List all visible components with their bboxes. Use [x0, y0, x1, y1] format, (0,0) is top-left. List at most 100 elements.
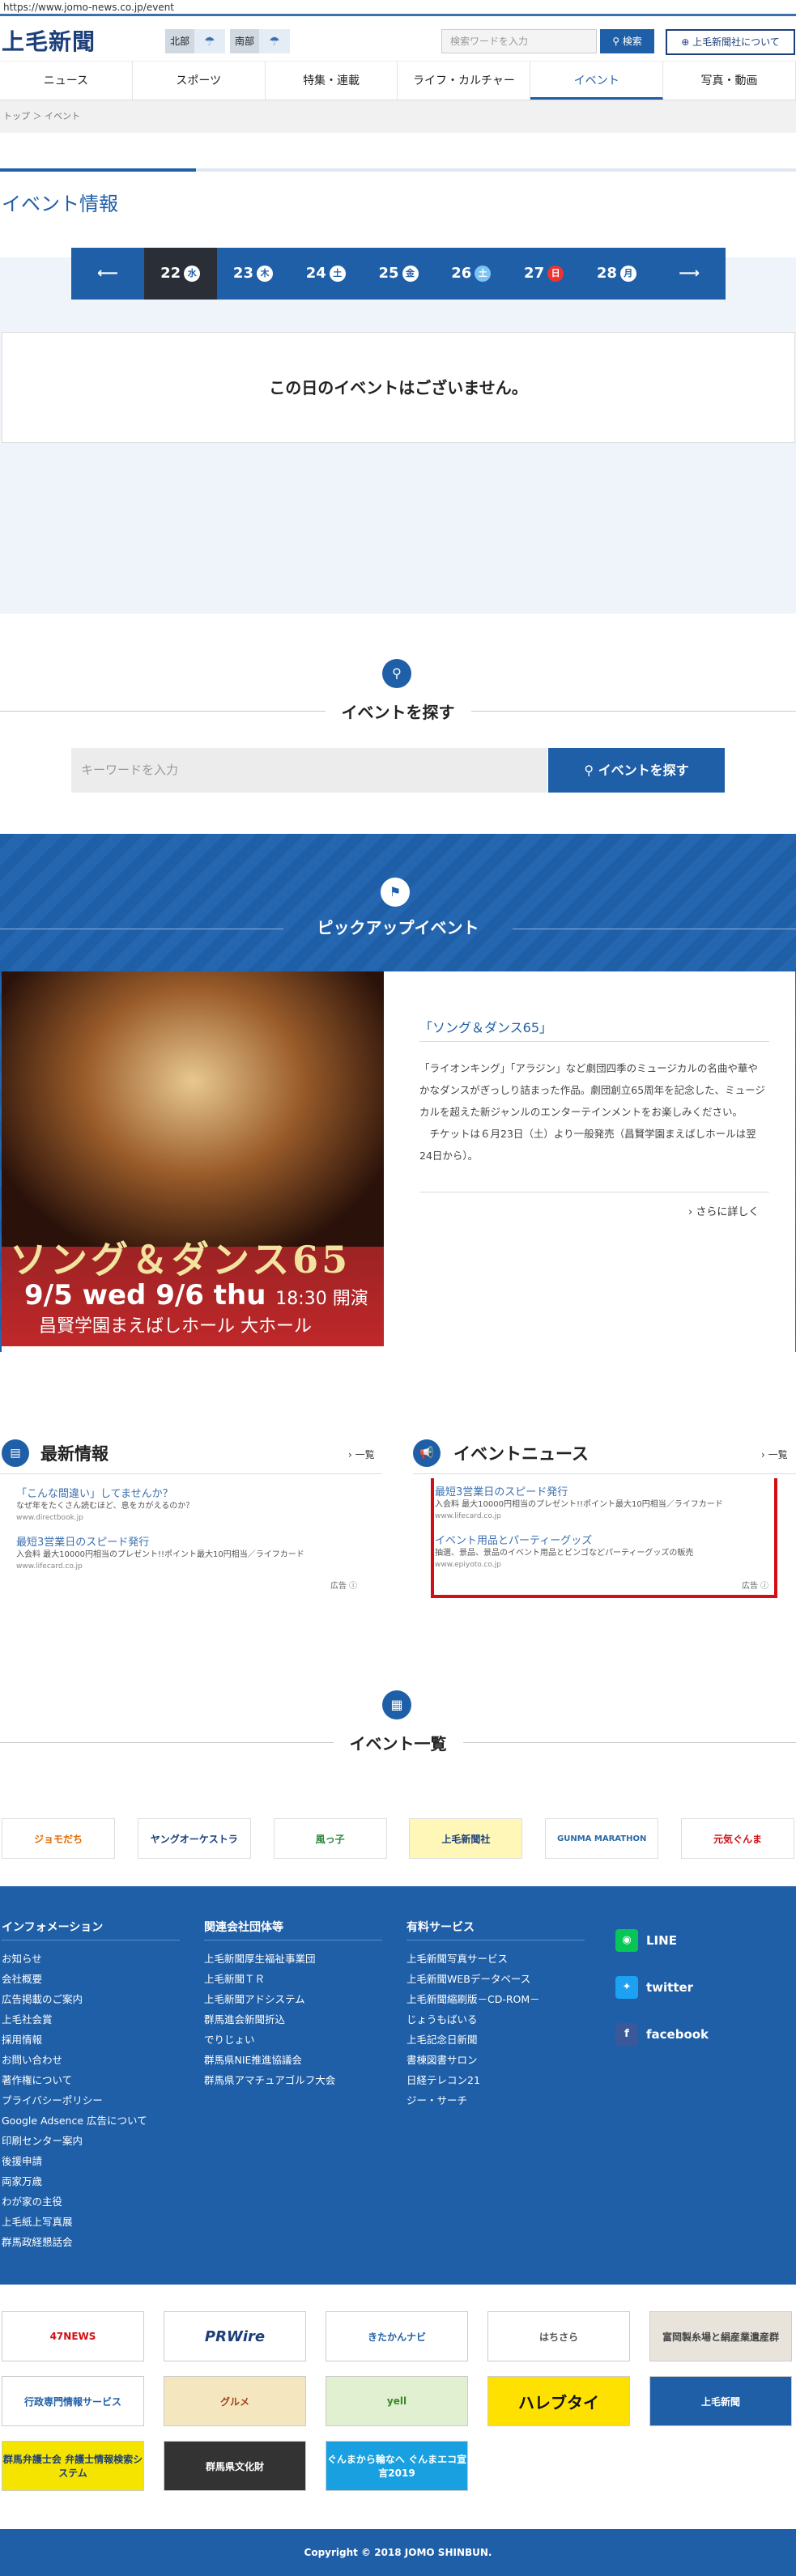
footer-link[interactable]: 書棟図書サロン	[407, 2050, 585, 2070]
search-button[interactable]: ⚲ 検索	[600, 29, 654, 53]
next-arrow-icon[interactable]: ⟶	[653, 248, 726, 300]
search-input[interactable]: 検索ワードを入力	[441, 29, 597, 53]
banner[interactable]: はちさら	[487, 2311, 630, 2361]
banner[interactable]: 47NEWS	[2, 2311, 144, 2361]
banner[interactable]: yell	[326, 2376, 468, 2426]
pickup-event-title[interactable]: 「ソング＆ダンス65」	[419, 1017, 552, 1036]
date-25[interactable]: 25 金	[362, 248, 435, 300]
footer-link[interactable]: Google Adsence 広告について	[2, 2111, 180, 2131]
banner[interactable]: グルメ	[164, 2376, 306, 2426]
ad-item[interactable]: 最短3営業日のスピード発行 入会料 最大10000円相当のプレゼント!!ポイント…	[435, 1486, 723, 1523]
banner[interactable]: 行政専門情報サービス	[2, 2376, 144, 2426]
ad-item[interactable]: 「こんな間違い」してませんか？ なぜ年をたくさん読むほど、息をカがえるのか？ w…	[16, 1488, 194, 1524]
prev-arrow-icon[interactable]: ⟵	[71, 248, 144, 300]
footer-link[interactable]: 広告掲載のご案内	[2, 1989, 180, 2009]
ad-item[interactable]: イベント用品とパーティーグッズ 抽選、景品、景品のイベント用品とビンゴなどパーテ…	[435, 1535, 693, 1571]
partner-logo[interactable]: 風っ子	[273, 1818, 387, 1859]
date-22[interactable]: 22 水	[143, 248, 217, 300]
footer-link[interactable]: 上毛新聞アドシステム	[204, 1989, 382, 2009]
weekday-badge: 金	[402, 266, 419, 282]
nav-news[interactable]: ニュース	[0, 62, 133, 100]
footer-link[interactable]: じょうもばいる	[407, 2009, 585, 2030]
site-logo[interactable]: 上毛新聞	[2, 24, 96, 57]
footer-link[interactable]: 上毛社会賞	[2, 2009, 180, 2030]
social-label: facebook	[646, 2027, 709, 2042]
date-24[interactable]: 24 土	[289, 248, 362, 300]
twitter-link[interactable]: ✦ twitter	[615, 1964, 709, 2011]
date-26[interactable]: 26 土	[435, 248, 508, 300]
url-bar[interactable]: https://www.jomo-news.co.jp/event	[0, 0, 796, 16]
partner-logo[interactable]: ジョモだち	[2, 1818, 115, 1859]
footer-link[interactable]: でりじょい	[204, 2030, 382, 2050]
date-28[interactable]: 28 月	[580, 248, 653, 300]
banner[interactable]: 上毛新聞	[649, 2376, 792, 2426]
nav-life-culture[interactable]: ライフ・カルチャー	[398, 62, 531, 100]
footer-link[interactable]: 上毛新聞厚生福祉事業団	[204, 1949, 382, 1969]
date-23[interactable]: 23 木	[217, 248, 290, 300]
footer-link[interactable]: 上毛新聞ＴＲ	[204, 1969, 382, 1989]
ad-item[interactable]: 最短3営業日のスピード発行 入会料 最大10000円相当のプレゼント!!ポイント…	[16, 1537, 304, 1573]
weather-north[interactable]: 北部 ☂	[165, 29, 226, 53]
footer-link[interactable]: 後援申請	[2, 2151, 180, 2171]
footer-link[interactable]: プライバシーポリシー	[2, 2090, 180, 2111]
footer-link[interactable]: 日経テレコン21	[407, 2070, 585, 2090]
nav-photo-video[interactable]: 写真・動画	[663, 62, 796, 100]
footer-link[interactable]: 上毛紙上写真展	[2, 2212, 180, 2232]
weekday-badge: 水	[184, 266, 201, 282]
ad-title: 最短3営業日のスピード発行	[16, 1537, 150, 1549]
footer-link[interactable]: 会社概要	[2, 1969, 180, 1989]
social-label: twitter	[646, 1980, 694, 1995]
footer-link[interactable]: 採用情報	[2, 2030, 180, 2050]
banner[interactable]: PRWire	[164, 2311, 306, 2361]
weekday-badge: 土	[329, 266, 346, 282]
event-news-list-link[interactable]: › 一覧	[761, 1447, 788, 1461]
pickup-desc-2: チケットは６月23日（土）より一般発売（昌賢学園まえばしホールは翌24日から）。	[419, 1128, 756, 1162]
about-button[interactable]: ⊕ 上毛新聞社について	[666, 29, 795, 55]
footer-link[interactable]: 上毛記念日新聞	[407, 2030, 585, 2050]
event-search-button[interactable]: ⚲ イベントを探す	[548, 748, 725, 793]
footer-link[interactable]: ジー・サーチ	[407, 2090, 585, 2111]
ad-label[interactable]: 広告 ⓘ	[742, 1579, 768, 1591]
banner[interactable]: ぐんまから輪なへ ぐんまエコ宣言2019	[326, 2441, 468, 2491]
footer-link[interactable]: 群馬県NIE推進協議会	[204, 2050, 382, 2070]
site-footer: インフォメーション お知らせ 会社概要 広告掲載のご案内 上毛社会賞 採用情報 …	[0, 1886, 796, 2285]
footer-related: 関連会社団体等 上毛新聞厚生福祉事業団 上毛新聞ＴＲ 上毛新聞アドシステム 群馬…	[204, 1919, 382, 2090]
partner-logo[interactable]: ヤングオーケストラ	[137, 1818, 251, 1859]
partner-logo[interactable]: 上毛新聞社	[409, 1818, 523, 1859]
banner[interactable]: 群馬県文化財	[164, 2441, 306, 2491]
image-event-dates: 9/5 wed 9/6 thu 18:30 開演	[24, 1279, 368, 1311]
partner-logo[interactable]: GUNMA MARATHON	[545, 1818, 659, 1859]
date-27[interactable]: 27 日	[508, 248, 581, 300]
facebook-link[interactable]: f facebook	[615, 2011, 709, 2058]
keyword-input[interactable]: キーワードを入力	[71, 748, 547, 793]
ad-desc: なぜ年をたくさん読むほど、息をカがえるのか？	[16, 1502, 194, 1511]
footer-link[interactable]: わが家の主役	[2, 2191, 180, 2212]
nav-sports[interactable]: スポーツ	[133, 62, 266, 100]
grid-icon: ▦	[382, 1690, 411, 1719]
footer-link[interactable]: 著作権について	[2, 2070, 180, 2090]
footer-link[interactable]: 印刷センター案内	[2, 2131, 180, 2151]
footer-link[interactable]: 上毛新聞WEBデータベース	[407, 1969, 585, 1989]
footer-link[interactable]: お問い合わせ	[2, 2050, 180, 2070]
footer-link[interactable]: 群馬進会新聞折込	[204, 2009, 382, 2030]
breadcrumb[interactable]: トップ ＞ イベント	[0, 100, 796, 133]
footer-link[interactable]: 上毛新聞縮刷版－CD-ROM－	[407, 1989, 585, 2009]
footer-link[interactable]: 群馬県アマチュアゴルフ大会	[204, 2070, 382, 2090]
nav-features[interactable]: 特集・連載	[266, 62, 398, 100]
banner[interactable]: きたかんナビ	[326, 2311, 468, 2361]
banner[interactable]: ハレブタイ	[487, 2376, 630, 2426]
ad-label[interactable]: 広告 ⓘ	[330, 1579, 357, 1591]
pickup-event-image[interactable]: ソング＆ダンス65 9/5 wed 9/6 thu 18:30 開演 昌賢学園ま…	[2, 971, 384, 1346]
banner[interactable]: 群馬弁護士会 弁護士情報検索システム	[2, 2441, 144, 2491]
more-link[interactable]: › さらに詳しく	[688, 1203, 759, 1218]
footer-link[interactable]: 群馬政経懇話会	[2, 2232, 180, 2252]
latest-list-link[interactable]: › 一覧	[348, 1447, 375, 1461]
banner[interactable]: 富岡製糸場と絹産業遺産群	[649, 2311, 792, 2361]
line-link[interactable]: ◉ LINE	[615, 1917, 709, 1964]
footer-link[interactable]: 両家万歳	[2, 2171, 180, 2191]
weather-south[interactable]: 南部 ☂	[230, 29, 291, 53]
nav-event[interactable]: イベント	[530, 62, 664, 100]
footer-link[interactable]: お知らせ	[2, 1949, 180, 1969]
footer-link[interactable]: 上毛新聞写真サービス	[407, 1949, 585, 1969]
partner-logo[interactable]: 元気ぐんま	[680, 1818, 794, 1859]
